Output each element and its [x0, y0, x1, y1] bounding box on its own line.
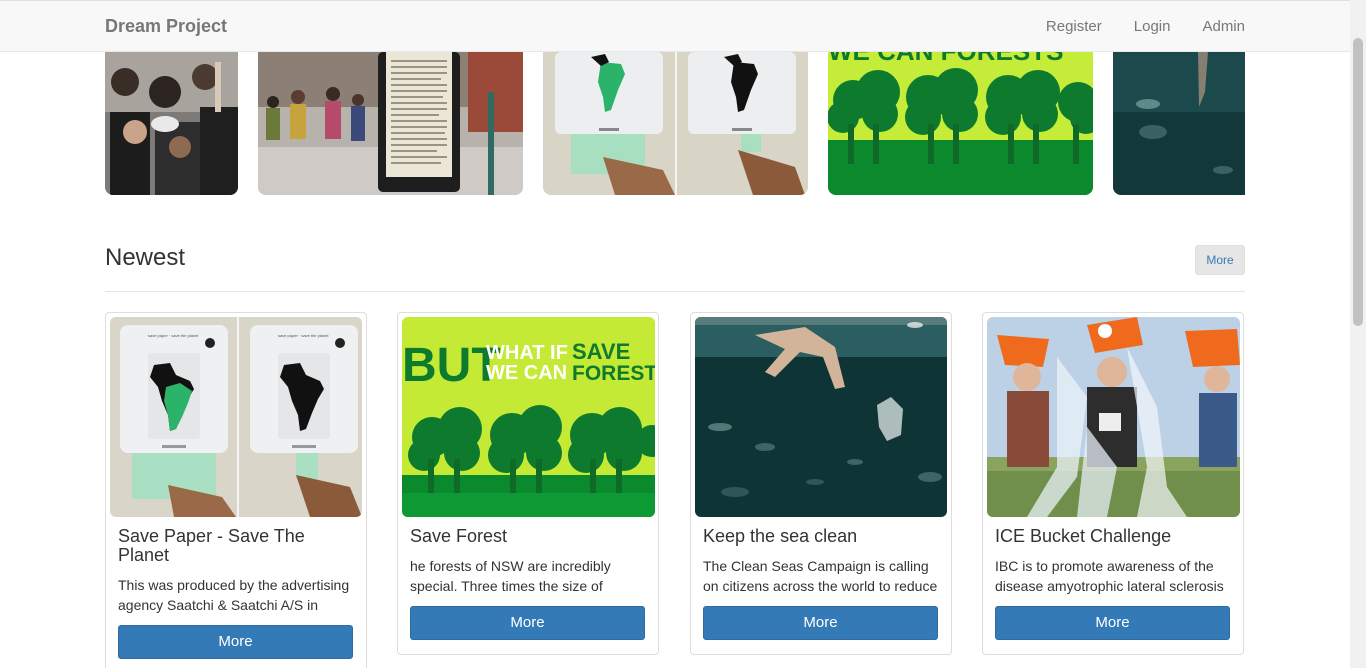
nav-register-link[interactable]: Register [1046, 18, 1102, 35]
carousel-slide-street[interactable] [258, 52, 523, 195]
sea-plastic-image [695, 317, 947, 517]
card-keep-sea-clean: Keep the sea clean The Clean Seas Campai… [690, 312, 952, 655]
card-title[interactable]: ICE Bucket Challenge [995, 527, 1235, 546]
card-image[interactable]: BUT WHAT IF WE CAN SAVE FORESTS [402, 317, 655, 517]
paper-dispenser-image: save paper · save the planet save paper … [110, 317, 362, 517]
street-poster-image [258, 52, 523, 195]
card-ice-bucket: ICE Bucket Challenge IBC is to promote a… [982, 312, 1244, 655]
section-title: Newest [105, 244, 186, 271]
card-image[interactable]: save paper · save the planet save paper … [110, 317, 362, 517]
brand-logo[interactable]: Dream Project [105, 16, 227, 37]
nav-links: Register Login Admin [1014, 18, 1245, 35]
dispenser-caption-left: save paper · save the planet [148, 333, 199, 338]
card-title[interactable]: Save Paper - Save The Planet [118, 527, 358, 565]
carousel-slide-forest[interactable]: WE CAN FORESTS [828, 52, 1093, 195]
forest-wecan-text: WE CAN [486, 362, 567, 384]
forest-partial-text: WE CAN FORESTS [828, 52, 1063, 66]
carousel-slide-protest[interactable] [105, 52, 238, 195]
section-more-button[interactable]: More [1195, 245, 1245, 275]
card-save-paper: save paper · save the planet save paper … [105, 312, 367, 668]
card-more-button[interactable]: More [118, 625, 353, 659]
card-description: This was produced by the advertising age… [118, 577, 350, 613]
carousel-slide-sea[interactable] [1113, 52, 1245, 195]
card-description: he forests of NSW are incredibly special… [410, 558, 611, 594]
card-image[interactable] [987, 317, 1240, 517]
protest-crowd-image [105, 52, 238, 195]
paper-dispenser-image [543, 52, 808, 195]
save-forests-image: BUT WHAT IF WE CAN SAVE FORESTS [402, 317, 655, 517]
ice-bucket-image [987, 317, 1240, 517]
forest-whatif-text: WHAT IF [486, 342, 568, 364]
navbar: Dream Project Register Login Admin [0, 0, 1350, 52]
forest-forests-text: FORESTS [572, 362, 655, 385]
card-image[interactable] [695, 317, 947, 517]
section-divider [105, 291, 1245, 292]
card-save-forest: BUT WHAT IF WE CAN SAVE FORESTS Save For… [397, 312, 659, 655]
nav-admin-link[interactable]: Admin [1202, 18, 1245, 35]
card-title[interactable]: Save Forest [410, 527, 650, 546]
card-title[interactable]: Keep the sea clean [703, 527, 943, 546]
nav-login-link[interactable]: Login [1134, 18, 1171, 35]
image-carousel[interactable]: WE CAN FORESTS [105, 52, 1245, 195]
card-more-button[interactable]: More [995, 606, 1230, 640]
save-forests-image: WE CAN FORESTS [828, 52, 1093, 195]
card-more-button[interactable]: More [410, 606, 645, 640]
dispenser-caption-right: save paper · save the planet [278, 333, 329, 338]
card-more-button[interactable]: More [703, 606, 938, 640]
card-description: IBC is to promote awareness of the disea… [995, 558, 1224, 594]
sea-plastic-image [1113, 52, 1245, 195]
scrollbar-thumb[interactable] [1353, 38, 1363, 326]
forest-save-text: SAVE [572, 339, 630, 364]
carousel-slide-dispenser[interactable] [543, 52, 808, 195]
page-scrollbar[interactable] [1350, 0, 1366, 668]
card-description: The Clean Seas Campaign is calling on ci… [703, 558, 938, 594]
